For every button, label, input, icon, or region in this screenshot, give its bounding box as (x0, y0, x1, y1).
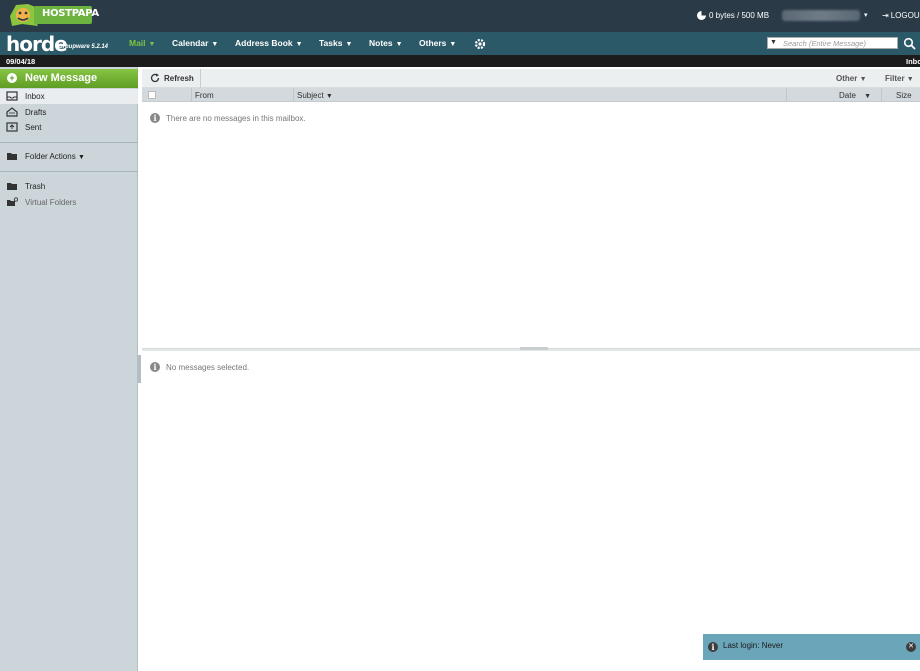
empty-mailbox-text: There are no messages in this mailbox. (166, 113, 306, 123)
nav-tasks-label: Tasks (319, 38, 343, 48)
inbox-icon (6, 91, 18, 101)
new-message-label: New Message (25, 72, 98, 84)
sidebar-item-virtual-folders[interactable]: Virtual Folders (0, 195, 138, 210)
folder-actions-menu[interactable]: Folder Actions ▼ (0, 149, 138, 164)
sent-icon (6, 122, 18, 132)
nav-mail-label: Mail (129, 38, 146, 48)
search-input[interactable]: ▼ Search (Entire Message) (767, 37, 898, 49)
sidebar-item-sent[interactable]: Sent (0, 120, 138, 135)
preview-resize-handle[interactable] (520, 347, 548, 350)
sidebar-item-label: Trash (25, 182, 46, 191)
refresh-icon (150, 73, 160, 83)
gear-icon[interactable] (474, 38, 486, 50)
chevron-down-icon: ▼ (211, 41, 219, 48)
column-divider (786, 88, 787, 102)
chevron-down-icon: ▼ (395, 41, 403, 48)
sidebar-item-label: Inbox (25, 92, 45, 101)
chevron-down-icon: ▼ (325, 93, 333, 100)
column-divider (191, 88, 192, 102)
user-menu-blurred[interactable] (782, 10, 860, 21)
chevron-down-icon: ▼ (449, 41, 457, 48)
folder-icon (7, 153, 17, 160)
folder-actions-label: Folder Actions ▼ (25, 152, 85, 161)
column-date[interactable]: Date ▼ (839, 91, 871, 100)
login-notification: i Last login: Never ✕ (703, 634, 920, 660)
filter-menu[interactable]: Filter ▼ (885, 74, 914, 83)
close-icon[interactable]: ✕ (906, 642, 916, 652)
sidebar-item-label: Drafts (25, 108, 47, 117)
column-divider (293, 88, 294, 102)
current-mailbox-label: Inbo (906, 57, 920, 66)
preview-empty-notice: i No messages selected. (150, 362, 249, 372)
drafts-icon (6, 107, 18, 117)
current-date: 09/04/18 (6, 57, 36, 66)
info-icon: i (150, 362, 160, 372)
new-message-button[interactable]: + New Message (0, 69, 138, 88)
chevron-down-icon: ▼ (77, 154, 85, 161)
sidebar-item-label: Virtual Folders (25, 198, 77, 207)
sidebar-divider (0, 171, 138, 172)
chevron-down-icon: ▼ (345, 41, 353, 48)
sidebar-item-trash[interactable]: Trash (0, 179, 138, 194)
virtual-folder-icon (7, 197, 18, 206)
info-icon: i (150, 113, 160, 123)
nav-others-label: Others (419, 38, 447, 48)
column-subject[interactable]: Subject ▼ (297, 91, 333, 100)
pie-chart-icon (697, 11, 706, 20)
hostpapa-logo[interactable]: HOSTPAPA (8, 2, 99, 28)
sidebar-divider (0, 142, 138, 143)
date-bar: 09/04/18 Inbo (0, 55, 920, 67)
column-size[interactable]: Size (896, 91, 912, 100)
horde-version: Groupware 5.2.14 (58, 44, 109, 50)
column-divider (881, 88, 882, 102)
nav-address-book[interactable]: Address Book ▼ (235, 38, 303, 48)
message-list-header: From Subject ▼ Date ▼ Size (142, 88, 920, 102)
nav-mail[interactable]: Mail ▼ (129, 38, 155, 48)
chevron-down-icon: ▼ (859, 76, 867, 83)
search-icon[interactable] (903, 37, 916, 50)
mail-toolbar: Refresh Other ▼ Filter ▼ (142, 69, 920, 88)
chevron-down-icon: ▼ (906, 76, 914, 83)
top-bar: HOSTPAPA 0 bytes / 500 MB ▾ ⇥ LOGOU (0, 0, 920, 32)
notification-text: Last login: Never (723, 641, 784, 650)
plus-icon: + (7, 73, 17, 83)
nav-address-book-label: Address Book (235, 38, 293, 48)
sidebar-resize-handle[interactable] (138, 355, 141, 383)
nav-tasks[interactable]: Tasks ▼ (319, 38, 352, 48)
chevron-down-icon: ▼ (148, 41, 156, 48)
chevron-down-icon: ▼ (864, 93, 872, 100)
column-from[interactable]: From (195, 91, 214, 100)
folder-icon (7, 183, 17, 190)
nav-calendar-label: Calendar (172, 38, 209, 48)
sidebar-item-label: Sent (25, 123, 42, 132)
refresh-label: Refresh (164, 74, 194, 83)
nav-calendar[interactable]: Calendar ▼ (172, 38, 218, 48)
info-icon: i (708, 642, 718, 652)
quota-text: 0 bytes / 500 MB (709, 11, 770, 20)
other-menu[interactable]: Other ▼ (836, 74, 867, 83)
hostpapa-logo-text: HOSTPAPA (42, 8, 99, 19)
sidebar-item-drafts[interactable]: Drafts (0, 105, 138, 120)
nav-notes-label: Notes (369, 38, 393, 48)
nav-notes[interactable]: Notes ▼ (369, 38, 403, 48)
user-menu-caret-icon[interactable]: ▾ (864, 11, 868, 19)
empty-mailbox-notice: i There are no messages in this mailbox. (150, 113, 306, 123)
refresh-button[interactable]: Refresh (142, 69, 201, 88)
quota-indicator[interactable]: 0 bytes / 500 MB (697, 11, 769, 20)
chevron-down-icon: ▼ (295, 41, 303, 48)
logout-icon: ⇥ (882, 11, 889, 20)
sidebar-item-inbox[interactable]: Inbox (0, 89, 138, 104)
nav-others[interactable]: Others ▼ (419, 38, 456, 48)
search-placeholder: Search (Entire Message) (783, 39, 866, 48)
select-all-checkbox[interactable] (148, 91, 156, 99)
logout-label: LOGOU (890, 11, 920, 20)
search-scope-dropdown-icon[interactable]: ▼ (770, 39, 777, 46)
logout-link[interactable]: ⇥ LOGOU (882, 11, 920, 20)
preview-empty-text: No messages selected. (166, 362, 250, 372)
